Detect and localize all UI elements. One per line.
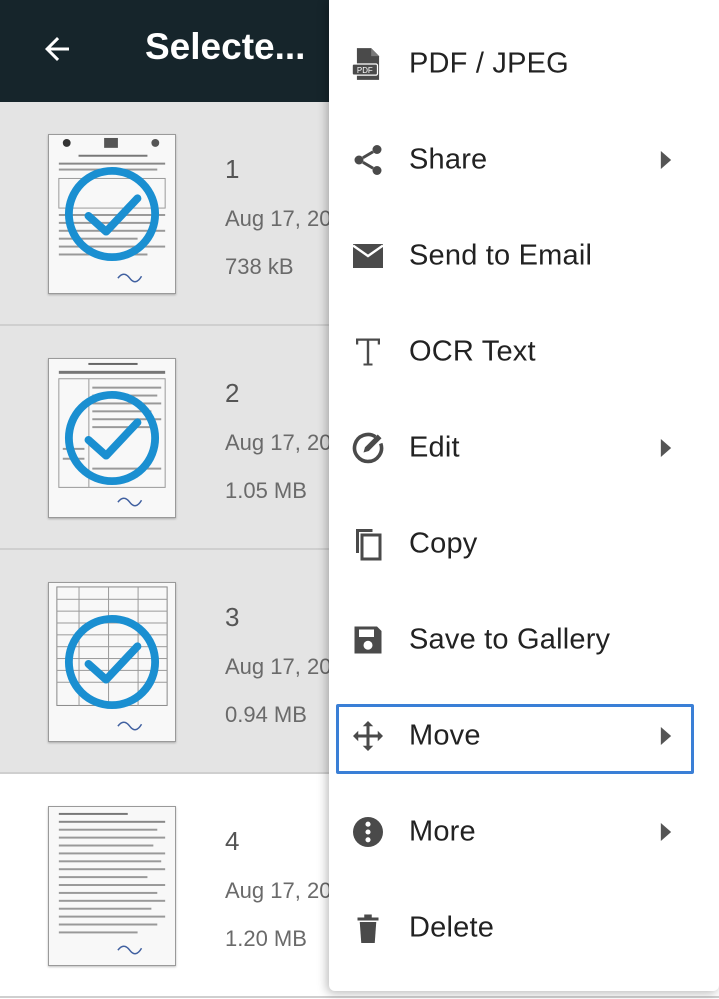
- pdf-icon: PDF: [349, 45, 387, 83]
- document-date: Aug 17, 20: [225, 878, 332, 903]
- selected-check-icon: [64, 614, 160, 710]
- menu-item-label: Send to Email: [409, 239, 593, 272]
- document-thumbnail: [48, 582, 176, 742]
- document-name: 3: [225, 602, 240, 632]
- menu-item-pdf-jpeg[interactable]: PDF PDF / JPEG: [329, 16, 719, 112]
- back-button[interactable]: [30, 22, 84, 76]
- edit-icon: [349, 429, 387, 467]
- menu-item-share[interactable]: Share: [329, 112, 719, 208]
- document-date: Aug 17, 20: [225, 206, 332, 231]
- menu-item-more[interactable]: More: [329, 784, 719, 880]
- move-icon: [349, 717, 387, 755]
- document-name: 4: [225, 826, 240, 856]
- share-icon: [349, 141, 387, 179]
- svg-text:PDF: PDF: [357, 66, 373, 75]
- menu-item-label: PDF / JPEG: [409, 47, 569, 80]
- document-name: 2: [225, 378, 240, 408]
- selected-check-icon: [64, 166, 160, 262]
- menu-item-copy[interactable]: Copy: [329, 496, 719, 592]
- document-size: 1.20 MB: [225, 926, 307, 951]
- save-icon: [349, 621, 387, 659]
- focus-highlight: [336, 704, 694, 774]
- page-title: Selecte...: [145, 26, 306, 67]
- document-date: Aug 17, 20: [225, 654, 332, 679]
- document-size: 738 kB: [225, 254, 294, 279]
- menu-item-delete[interactable]: Delete: [329, 880, 719, 976]
- submenu-arrow-icon: [660, 439, 672, 457]
- menu-item-edit[interactable]: Edit: [329, 400, 719, 496]
- menu-item-label: OCR Text: [409, 335, 536, 368]
- document-size: 0.94 MB: [225, 702, 307, 727]
- document-thumbnail: [48, 358, 176, 518]
- menu-item-ocr-text[interactable]: OCR Text: [329, 304, 719, 400]
- menu-item-label: Save to Gallery: [409, 623, 611, 656]
- menu-item-save-gallery[interactable]: Save to Gallery: [329, 592, 719, 688]
- delete-icon: [349, 909, 387, 947]
- document-size: 1.05 MB: [225, 478, 307, 503]
- arrow-back-icon: [45, 37, 69, 61]
- selected-check-icon: [64, 390, 160, 486]
- submenu-arrow-icon: [660, 727, 672, 745]
- more-icon: [349, 813, 387, 851]
- menu-item-label: Move: [409, 719, 481, 752]
- copy-icon: [349, 525, 387, 563]
- menu-item-label: Delete: [409, 911, 495, 944]
- submenu-arrow-icon: [660, 151, 672, 169]
- menu-item-label: Edit: [409, 431, 460, 464]
- context-menu: PDF PDF / JPEG Share Send to Email OCR T…: [329, 0, 719, 991]
- menu-item-label: More: [409, 815, 476, 848]
- menu-item-send-email[interactable]: Send to Email: [329, 208, 719, 304]
- menu-item-label: Share: [409, 143, 488, 176]
- submenu-arrow-icon: [660, 823, 672, 841]
- document-name: 1: [225, 154, 240, 184]
- document-thumbnail: [48, 134, 176, 294]
- ocr-text-icon: [349, 333, 387, 371]
- document-thumbnail: [48, 806, 176, 966]
- document-date: Aug 17, 20: [225, 430, 332, 455]
- menu-item-move[interactable]: Move: [329, 700, 719, 796]
- email-icon: [349, 237, 387, 275]
- menu-item-label: Copy: [409, 527, 478, 560]
